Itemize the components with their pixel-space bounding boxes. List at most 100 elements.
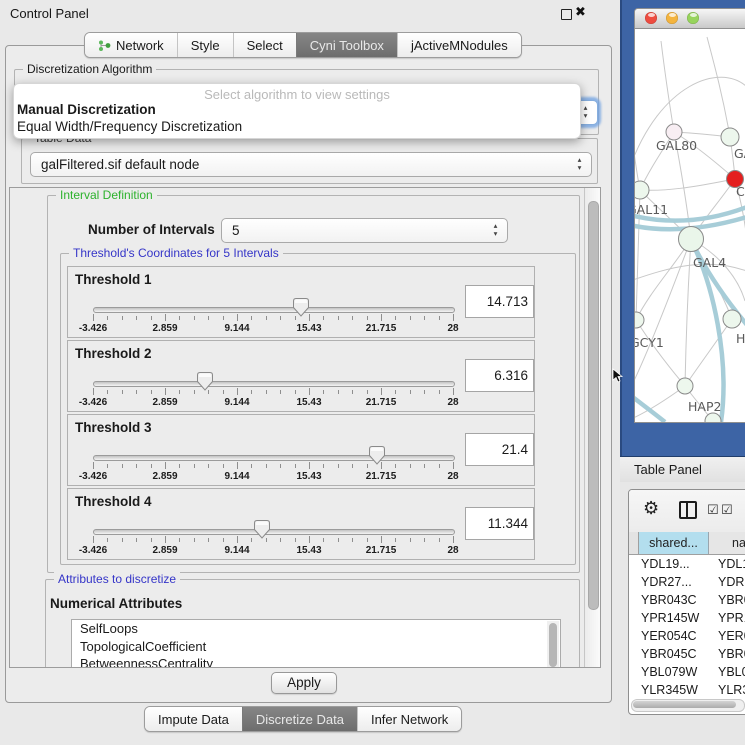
tick-label: 9.144 xyxy=(224,323,249,334)
network-node-gal11[interactable] xyxy=(635,181,649,199)
network-edge[interactable] xyxy=(636,239,691,320)
slider-track[interactable] xyxy=(93,381,455,387)
cell-name[interactable]: YLR3 xyxy=(711,681,745,699)
tab-infer-network[interactable]: Infer Network xyxy=(357,707,461,731)
tab-discretize-data[interactable]: Discretize Data xyxy=(242,707,357,731)
slider-track[interactable] xyxy=(93,455,455,461)
cell-shared-name[interactable]: YBL079W xyxy=(629,663,711,681)
threshold-value-field[interactable]: 21.4 xyxy=(465,433,534,466)
attribute-list-item[interactable]: SelfLoops xyxy=(72,620,560,638)
table-data-combobox[interactable]: galFiltered.sif default node ▴▾ xyxy=(30,152,592,177)
network-edge[interactable] xyxy=(636,320,685,386)
cell-name[interactable]: YDL1 xyxy=(711,555,745,573)
list-scrollbar[interactable] xyxy=(547,621,559,668)
threshold-value-field[interactable]: 14.713 xyxy=(465,285,534,318)
algorithm-option[interactable]: Equal Width/Frequency Discretization xyxy=(14,119,580,136)
node-label: GAL80 xyxy=(656,138,697,153)
cell-shared-name[interactable]: YBR043C xyxy=(629,591,711,609)
cell-name[interactable]: YDR2 xyxy=(711,573,745,591)
split-columns-icon[interactable] xyxy=(679,501,697,519)
slider-track[interactable] xyxy=(93,307,455,313)
zoom-traffic-light-icon[interactable] xyxy=(687,12,699,24)
network-edge-thick[interactable] xyxy=(635,395,665,422)
network-edge[interactable] xyxy=(635,77,745,167)
gear-icon[interactable]: ⚙ xyxy=(643,498,659,519)
network-node-gal4[interactable] xyxy=(679,227,704,252)
tick-mark xyxy=(266,538,267,542)
tab-cyni-toolbox[interactable]: Cyni Toolbox xyxy=(296,33,397,57)
tab-network[interactable]: Network xyxy=(85,33,177,57)
network-window-titlebar[interactable] xyxy=(635,9,745,29)
table-hscrollbar[interactable] xyxy=(631,699,745,712)
checkbox-icon[interactable]: ☑ xyxy=(721,502,733,518)
cell-name[interactable]: YBR0 xyxy=(711,645,745,663)
table-row[interactable]: YBR043CYBR0 xyxy=(629,591,745,609)
network-edge[interactable] xyxy=(640,179,735,190)
cell-name[interactable]: YBL0 xyxy=(711,663,745,681)
tab-impute-data[interactable]: Impute Data xyxy=(145,707,242,731)
close-traffic-light-icon[interactable] xyxy=(645,12,657,24)
network-node-hap2[interactable] xyxy=(677,378,693,394)
cell-name[interactable]: YER0 xyxy=(711,627,745,645)
table-row[interactable]: YLR345WYLR3 xyxy=(629,681,745,699)
network-edge[interactable] xyxy=(635,264,745,281)
cell-shared-name[interactable]: YER054C xyxy=(629,627,711,645)
network-edge[interactable] xyxy=(685,239,691,386)
slider-thumb-icon[interactable] xyxy=(369,446,385,465)
cell-shared-name[interactable]: YDL19... xyxy=(629,555,711,573)
checkbox-icon[interactable]: ☑ xyxy=(707,502,719,518)
apply-button[interactable]: Apply xyxy=(271,672,337,694)
attribute-list-item[interactable]: BetweennessCentrality xyxy=(72,655,560,668)
slider-thumb-icon[interactable] xyxy=(254,520,270,539)
slider-track[interactable] xyxy=(93,529,455,535)
slider-thumb-icon[interactable] xyxy=(293,298,309,317)
threshold-value-field[interactable]: 11.344 xyxy=(465,507,534,540)
cell-shared-name[interactable]: YBR045C xyxy=(629,645,711,663)
column-header[interactable]: shared... xyxy=(639,532,709,554)
scrollbar-thumb[interactable] xyxy=(633,701,736,708)
settings-scrollbar[interactable] xyxy=(584,188,600,667)
algorithm-option[interactable]: Manual Discretization xyxy=(14,102,580,119)
cell-shared-name[interactable]: YPR145W xyxy=(629,609,711,627)
cell-shared-name[interactable]: YLR345W xyxy=(629,681,711,699)
table-row[interactable]: YDL19...YDL1 xyxy=(629,555,745,573)
tab-select[interactable]: Select xyxy=(233,33,296,57)
float-window-icon[interactable] xyxy=(561,9,572,20)
network-canvas[interactable]: GAL80GACGAL11GAL4GCY1HHAP2 xyxy=(635,29,745,422)
threshold-value-field[interactable]: 6.316 xyxy=(465,359,534,392)
column-header[interactable]: na xyxy=(709,532,745,554)
close-icon[interactable]: ✖ xyxy=(575,4,586,20)
table-row[interactable]: YBL079WYBL0 xyxy=(629,663,745,681)
tick-mark xyxy=(122,316,123,320)
network-node[interactable] xyxy=(721,128,739,146)
tick-mark xyxy=(165,388,166,395)
scrollbar-thumb[interactable] xyxy=(588,201,599,610)
attribute-list-item[interactable]: TopologicalCoefficient xyxy=(72,638,560,656)
tick-mark xyxy=(223,464,224,468)
tick-mark xyxy=(424,390,425,394)
network-edge[interactable] xyxy=(635,121,640,190)
num-intervals-combobox[interactable]: 5 ▴▾ xyxy=(221,218,508,243)
minimize-traffic-light-icon[interactable] xyxy=(666,12,678,24)
network-edge[interactable] xyxy=(635,239,691,389)
tab-style[interactable]: Style xyxy=(177,33,233,57)
attributes-list[interactable]: SelfLoopsTopologicalCoefficientBetweenne… xyxy=(71,619,561,668)
cell-shared-name[interactable]: YDR27... xyxy=(629,573,711,591)
network-edge[interactable] xyxy=(707,37,730,137)
table-row[interactable]: YPR145WYPR1 xyxy=(629,609,745,627)
network-node[interactable] xyxy=(723,310,741,328)
slider-thumb-icon[interactable] xyxy=(197,372,213,391)
tick-mark xyxy=(280,464,281,468)
cell-name[interactable]: YBR0 xyxy=(711,591,745,609)
scrollbar-thumb[interactable] xyxy=(549,623,557,667)
table-row[interactable]: YER054CYER0 xyxy=(629,627,745,645)
cell-name[interactable]: YPR1 xyxy=(711,609,745,627)
table-row[interactable]: YBR045CYBR0 xyxy=(629,645,745,663)
combo-arrows-icon: ▴▾ xyxy=(491,222,500,238)
tab-jactivemnodules[interactable]: jActiveMNodules xyxy=(397,33,521,57)
group-title: Interval Definition xyxy=(56,188,157,202)
table-row[interactable]: YDR27...YDR2 xyxy=(629,573,745,591)
network-edge[interactable] xyxy=(661,41,674,132)
tick-mark xyxy=(424,538,425,542)
network-node-gcy1[interactable] xyxy=(635,312,644,328)
